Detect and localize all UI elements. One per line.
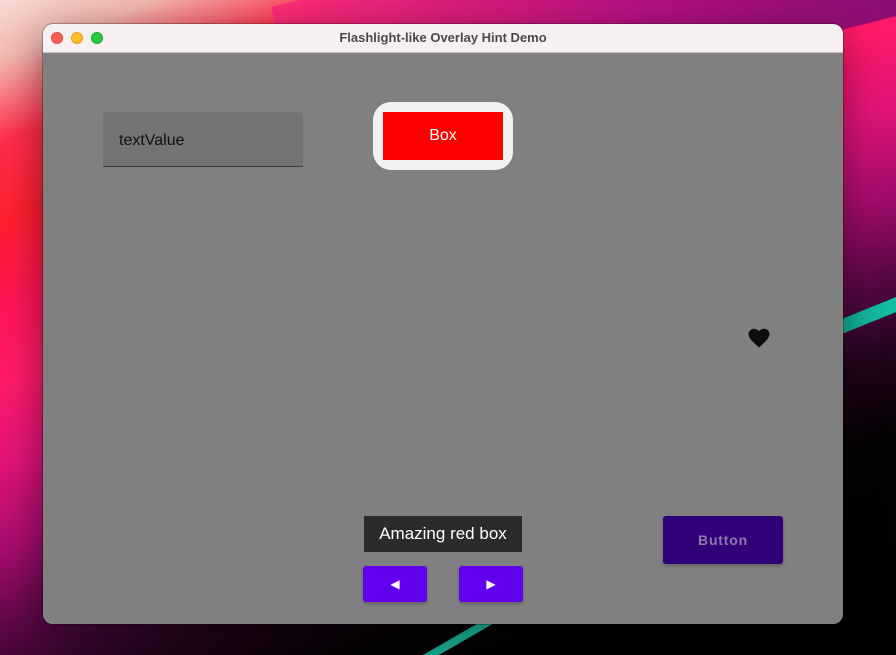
window-title: Flashlight-like Overlay Hint Demo [339,30,547,45]
previous-hint-button[interactable]: ◀ [363,566,427,602]
app-window: Flashlight-like Overlay Hint Demo textVa… [43,24,843,624]
hint-tooltip: Amazing red box [364,516,522,552]
text-field[interactable]: textValue [103,112,303,167]
text-field-value: textValue [119,132,185,149]
next-hint-button[interactable]: ▶ [459,566,523,602]
red-box[interactable]: Box [383,112,503,160]
action-button[interactable]: Button [663,516,783,564]
overlay-content: textValue Box Amazing red box ◀ ▶ Button [43,53,843,624]
heart-icon[interactable] [748,328,770,348]
desktop-background: Flashlight-like Overlay Hint Demo textVa… [0,0,896,655]
title-bar[interactable]: Flashlight-like Overlay Hint Demo [43,24,843,53]
